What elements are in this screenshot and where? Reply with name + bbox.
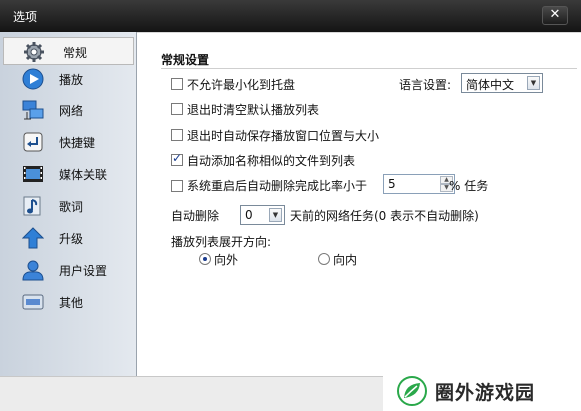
sidebar-item-label: 其他 bbox=[59, 296, 84, 310]
sidebar-item-label: 媒体关联 bbox=[59, 168, 108, 182]
general-settings-panel: 常规设置 不允许最小化到托盘 语言设置: 简体中文 ▼ 退出时清空默认播放列表 … bbox=[137, 32, 581, 376]
clear-playlist-label: 退出时清空默认播放列表 bbox=[187, 103, 320, 117]
sidebar-item-play[interactable]: 播放 bbox=[0, 65, 136, 93]
sidebar-item-user-settings[interactable]: 用户设置 bbox=[0, 256, 136, 284]
gear-icon bbox=[24, 42, 44, 62]
auto-delete-days-select[interactable]: 0 ▼ bbox=[240, 205, 285, 225]
sidebar-item-label: 播放 bbox=[59, 73, 84, 87]
playlist-direction-label: 播放列表展开方向: bbox=[171, 235, 272, 249]
watermark-text: 圈外游戏园 bbox=[435, 382, 536, 404]
language-value: 简体中文 bbox=[466, 78, 515, 92]
clear-playlist-checkbox[interactable] bbox=[171, 103, 183, 115]
completion-ratio-value: 5 bbox=[388, 177, 396, 191]
music-note-icon bbox=[23, 196, 41, 216]
window-title: 选项 bbox=[13, 10, 38, 24]
play-icon bbox=[22, 68, 44, 90]
completion-ratio-suffix: % 任务 bbox=[449, 179, 489, 193]
sidebar-item-other[interactable]: 其他 bbox=[0, 288, 136, 316]
direction-inward-radio[interactable] bbox=[318, 253, 330, 265]
chevron-down-icon: ▼ bbox=[269, 208, 282, 222]
direction-outward-radio[interactable] bbox=[199, 253, 211, 265]
sidebar-item-upgrade[interactable]: 升级 bbox=[0, 224, 136, 252]
auto-delete-completed-checkbox[interactable] bbox=[171, 180, 183, 192]
minimize-to-tray-checkbox[interactable] bbox=[171, 78, 183, 90]
add-similar-files-checkbox[interactable] bbox=[171, 151, 183, 166]
leaf-logo-icon bbox=[397, 376, 427, 406]
options-window: 选项 ✕ 常规 播放 网络 快捷键 媒体关联 歌词 升级 用户设置 其他 常规设… bbox=[0, 0, 581, 411]
direction-outward-label: 向外 bbox=[214, 253, 239, 267]
sidebar-item-label: 升级 bbox=[59, 232, 84, 246]
misc-icon bbox=[22, 294, 44, 310]
section-divider bbox=[161, 68, 577, 69]
language-select[interactable]: 简体中文 ▼ bbox=[461, 73, 543, 93]
sidebar-item-media-assoc[interactable]: 媒体关联 bbox=[0, 160, 136, 188]
close-button[interactable]: ✕ bbox=[542, 6, 568, 25]
user-icon bbox=[22, 260, 44, 281]
sidebar-item-label: 用户设置 bbox=[59, 264, 108, 278]
add-similar-files-label: 自动添加名称相似的文件到列表 bbox=[187, 154, 356, 168]
sidebar-item-lyrics[interactable]: 歌词 bbox=[0, 192, 136, 220]
title-bar[interactable]: 选项 ✕ bbox=[0, 0, 581, 32]
minimize-to-tray-label: 不允许最小化到托盘 bbox=[187, 78, 296, 92]
sidebar-item-hotkeys[interactable]: 快捷键 bbox=[0, 128, 136, 156]
network-icon bbox=[22, 100, 44, 120]
sidebar: 常规 播放 网络 快捷键 媒体关联 歌词 升级 用户设置 其他 bbox=[0, 32, 137, 376]
auto-delete-suffix: 天前的网络任务(0 表示不自动删除) bbox=[290, 209, 479, 223]
language-label: 语言设置: bbox=[399, 78, 452, 92]
up-arrow-icon bbox=[22, 227, 44, 249]
film-icon bbox=[23, 166, 43, 182]
completion-ratio-spinner[interactable]: 5 ▲ ▼ bbox=[383, 174, 455, 194]
chevron-down-icon: ▼ bbox=[527, 76, 540, 90]
direction-inward-label: 向内 bbox=[333, 253, 358, 267]
save-window-pos-label: 退出时自动保存播放窗口位置与大小 bbox=[187, 129, 380, 143]
sidebar-item-label: 歌词 bbox=[59, 200, 84, 214]
auto-delete-label: 自动删除 bbox=[171, 209, 220, 223]
sidebar-item-network[interactable]: 网络 bbox=[0, 96, 136, 124]
sidebar-item-general[interactable]: 常规 bbox=[3, 37, 134, 65]
auto-delete-completed-label: 系统重启后自动删除完成比率小于 bbox=[187, 179, 368, 193]
save-window-pos-checkbox[interactable] bbox=[171, 129, 183, 141]
keyboard-enter-icon bbox=[23, 132, 43, 152]
sidebar-item-label: 网络 bbox=[59, 104, 84, 118]
sidebar-item-label: 常规 bbox=[63, 46, 88, 60]
watermark: 圈外游戏园 bbox=[383, 370, 581, 411]
section-title: 常规设置 bbox=[161, 53, 210, 67]
auto-delete-days-value: 0 bbox=[245, 208, 253, 222]
sidebar-item-label: 快捷键 bbox=[59, 136, 96, 150]
